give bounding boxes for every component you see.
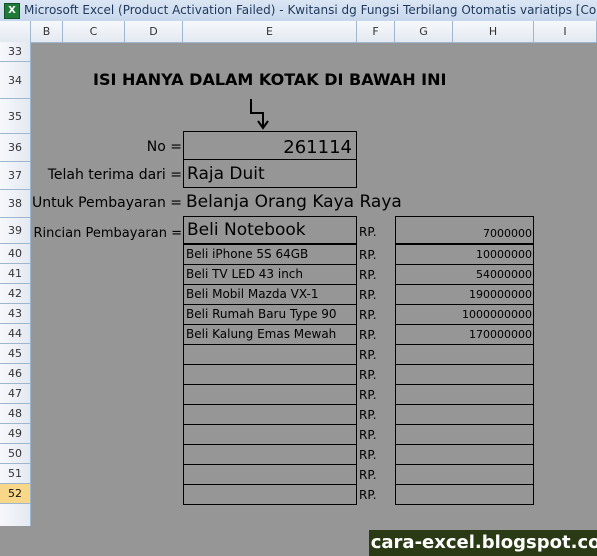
currency-label: RP. <box>359 388 377 402</box>
details-title-value: Beli Notebook <box>187 220 306 240</box>
row-header-52[interactable]: 52 <box>0 484 30 504</box>
item-name-cell[interactable] <box>183 364 357 385</box>
currency-label: RP. <box>359 328 377 342</box>
currency-label: RP. <box>359 268 377 282</box>
amount-cell[interactable] <box>395 344 534 365</box>
amount-cell[interactable] <box>395 404 534 425</box>
worksheet-grid[interactable]: ISI HANYA DALAM KOTAK DI BAWAH INI No = … <box>31 42 597 556</box>
no-label: No = <box>146 139 182 155</box>
amount-value: 7000000 <box>483 227 532 240</box>
column-header-i[interactable]: I <box>534 21 597 42</box>
amount-value: 190000000 <box>469 288 532 301</box>
column-header-e[interactable]: E <box>183 21 357 42</box>
currency-label: RP. <box>359 248 377 262</box>
payment-purpose-label: Untuk Pembayaran = <box>32 195 182 211</box>
item-name-cell[interactable] <box>183 464 357 485</box>
row-header-34[interactable]: 34 <box>0 62 30 99</box>
column-header-c[interactable]: C <box>63 21 125 42</box>
currency-label: RP. <box>359 408 377 422</box>
row-header-50[interactable]: 50 <box>0 444 30 464</box>
row-header-43[interactable]: 43 <box>0 304 30 324</box>
currency-label: RP. <box>359 428 377 442</box>
amount-cell[interactable] <box>395 484 534 505</box>
excel-icon[interactable]: X <box>4 3 20 19</box>
row-header-44[interactable]: 44 <box>0 324 30 344</box>
amount-cell[interactable] <box>395 364 534 385</box>
row-header-45[interactable]: 45 <box>0 344 30 364</box>
item-name: Beli Kalung Emas Mewah <box>186 327 337 341</box>
no-input-cell[interactable]: 261114 <box>183 131 357 160</box>
row-header-41[interactable]: 41 <box>0 264 30 284</box>
amount-cell[interactable] <box>395 464 534 485</box>
row-header-33[interactable]: 33 <box>0 42 30 62</box>
title-bar[interactable]: X Microsoft Excel (Product Activation Fa… <box>0 0 597 22</box>
currency-label: RP. <box>359 368 377 382</box>
select-all-corner[interactable] <box>0 21 31 42</box>
amount-cell[interactable] <box>395 444 534 465</box>
amount-value: 10000000 <box>476 248 532 261</box>
received-from-label: Telah terima dari = <box>47 167 182 183</box>
currency-label: RP. <box>359 488 377 502</box>
column-header-bar: B C D E F G H I <box>0 21 597 43</box>
instruction-heading: ISI HANYA DALAM KOTAK DI BAWAH INI <box>93 70 447 89</box>
currency-label: RP. <box>359 448 377 462</box>
item-name-cell[interactable] <box>183 404 357 425</box>
currency-label: RP. <box>359 348 377 362</box>
item-name: Beli Mobil Mazda VX-1 <box>186 287 319 301</box>
amount-value: 1000000000 <box>462 308 532 321</box>
amount-value: 54000000 <box>476 268 532 281</box>
currency-label: RP. <box>359 225 377 239</box>
item-name-cell[interactable] <box>183 484 357 505</box>
row-header-46[interactable]: 46 <box>0 364 30 384</box>
column-header-f[interactable]: F <box>357 21 395 42</box>
row-header-35[interactable]: 35 <box>0 99 30 134</box>
down-arrow-icon <box>250 99 269 130</box>
currency-label: RP. <box>359 288 377 302</box>
amount-cell[interactable] <box>395 424 534 445</box>
row-header-47[interactable]: 47 <box>0 384 30 404</box>
item-name-cell[interactable] <box>183 424 357 445</box>
column-header-g[interactable]: G <box>395 21 453 42</box>
no-value: 261114 <box>283 137 352 158</box>
window-title: Microsoft Excel (Product Activation Fail… <box>24 3 597 17</box>
row-header-39[interactable]: 39 <box>0 218 30 244</box>
row-header-38[interactable]: 38 <box>0 190 30 218</box>
amount-value: 170000000 <box>469 328 532 341</box>
row-header-42[interactable]: 42 <box>0 284 30 304</box>
row-header-48[interactable]: 48 <box>0 404 30 424</box>
payment-details-label: Rincian Pembayaran = <box>33 226 182 241</box>
row-header-37[interactable]: 37 <box>0 162 30 190</box>
row-header-49[interactable]: 49 <box>0 424 30 444</box>
item-name: Beli iPhone 5S 64GB <box>186 247 309 261</box>
blog-watermark: cara-excel.blogspot.com <box>369 530 597 556</box>
item-name-cell[interactable] <box>183 384 357 405</box>
amount-cell[interactable] <box>395 384 534 405</box>
item-name: Beli Rumah Baru Type 90 <box>186 307 337 321</box>
details-title-cell[interactable]: Beli Notebook <box>183 216 357 244</box>
column-header-d[interactable]: D <box>125 21 183 42</box>
currency-label: RP. <box>359 468 377 482</box>
row-header-40[interactable]: 40 <box>0 244 30 264</box>
item-name: Beli TV LED 43 inch <box>186 267 303 281</box>
row-header-bar: 33 34 35 36 37 38 39 40 41 42 43 44 45 46 47 48 49 50 51 52 <box>0 42 31 526</box>
item-name-cell[interactable] <box>183 444 357 465</box>
received-from-input-cell[interactable]: Raja Duit <box>183 159 357 188</box>
payment-purpose-value[interactable]: Belanja Orang Kaya Raya <box>186 192 402 212</box>
currency-label: RP. <box>359 308 377 322</box>
column-header-b[interactable]: B <box>31 21 63 42</box>
received-from-value: Raja Duit <box>187 164 265 184</box>
row-header-36[interactable]: 36 <box>0 134 30 162</box>
item-name-cell[interactable] <box>183 344 357 365</box>
row-header-51[interactable]: 51 <box>0 464 30 484</box>
column-header-h[interactable]: H <box>453 21 534 42</box>
